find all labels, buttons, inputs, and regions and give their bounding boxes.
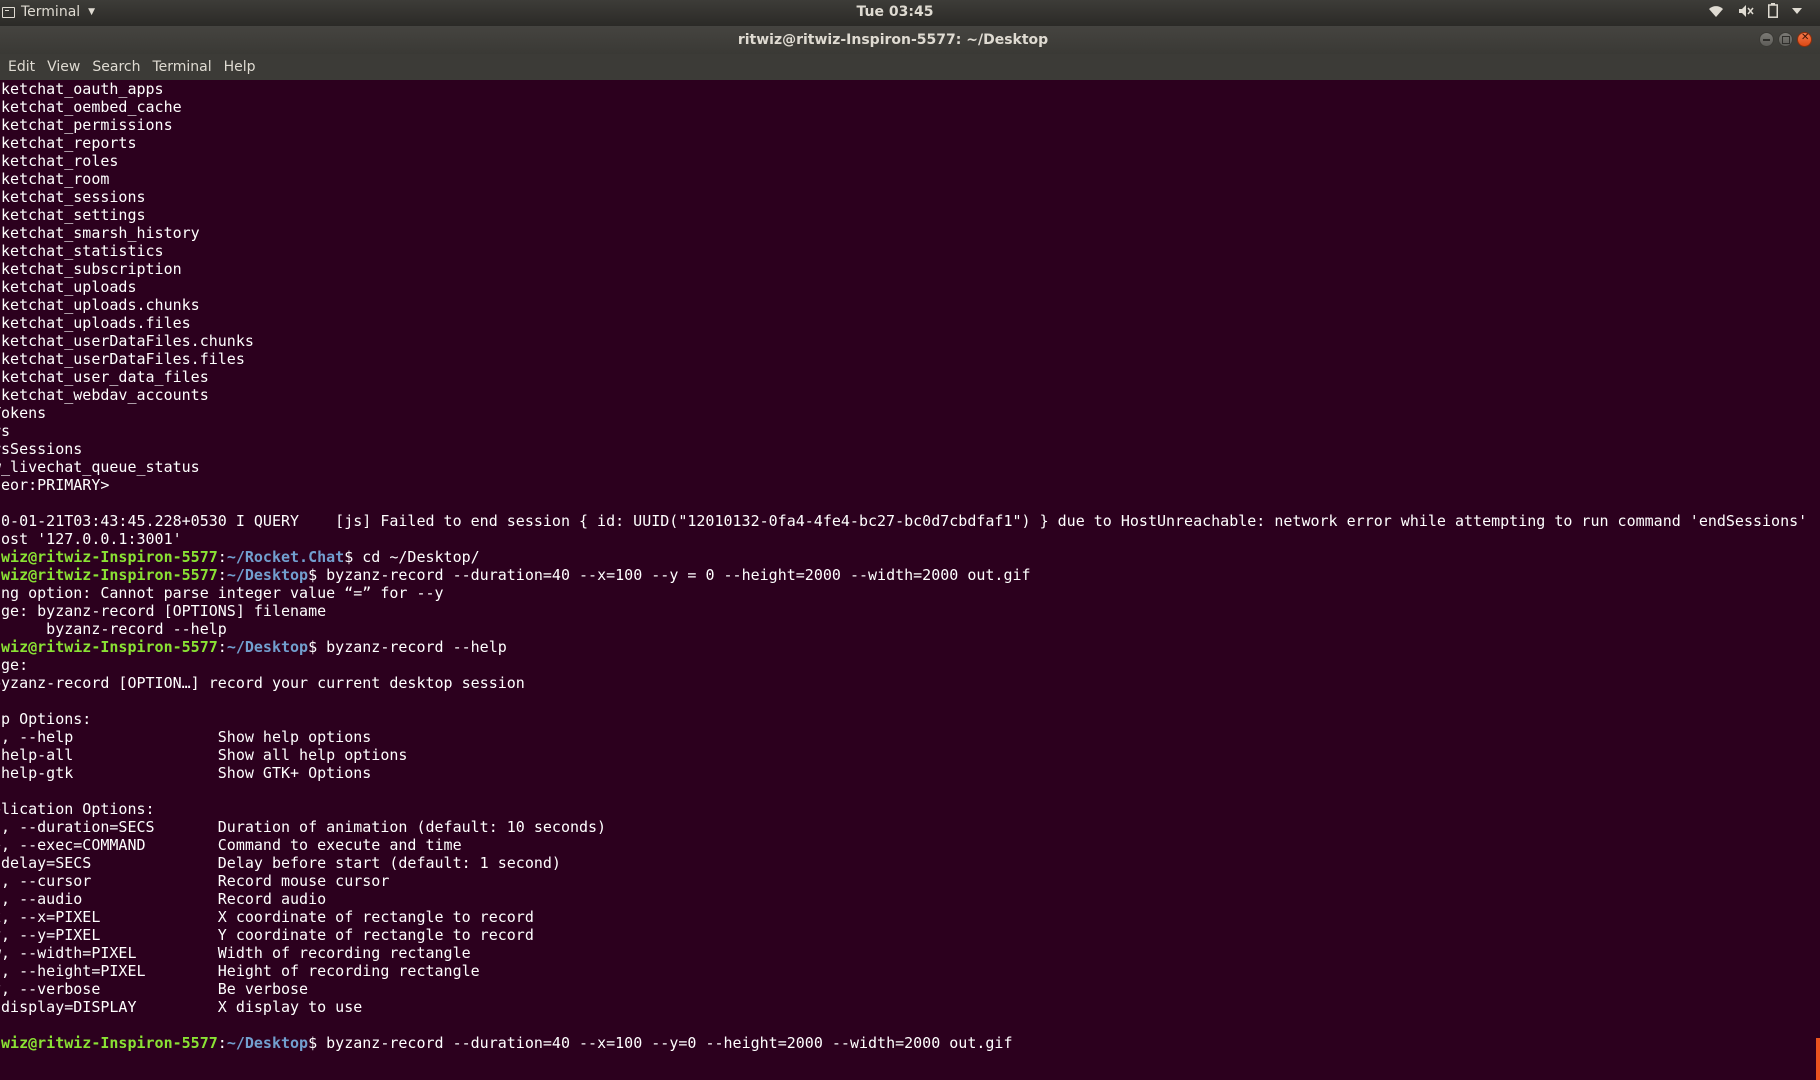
maximize-icon[interactable]	[1778, 32, 1793, 47]
output-line: cketchat_sessions	[0, 188, 146, 206]
output-line: e, --exec=COMMAND Command to execute and…	[0, 836, 462, 854]
output-line: y, --y=PIXEL Y coordinate of rectangle t…	[0, 926, 534, 944]
output-line: -help-all Show all help options	[0, 746, 408, 764]
terminal-lines: cketchat_oauth_apps cketchat_oembed_cache…	[0, 80, 1807, 1052]
output-line: cketchat_permissions	[0, 116, 173, 134]
output-line: plication Options:	[0, 800, 155, 818]
output-line: cketchat_oembed_cache	[0, 98, 182, 116]
output-line: v, --verbose Be verbose	[0, 980, 309, 998]
output-line: x, --x=PIXEL X coordinate of rectangle t…	[0, 908, 534, 926]
output-line: cketchat_oauth_apps	[0, 80, 164, 98]
output-line: cketchat_userDataFiles.files	[0, 350, 245, 368]
output-line: w_livechat_queue_status	[0, 458, 200, 476]
prompt-path: ~/Desktop	[226, 566, 309, 584]
output-line: cketchat_uploads	[0, 278, 137, 296]
prompt-user: twiz@ritwiz-Inspiron-5577	[0, 548, 218, 566]
output-line: -display=DISPLAY X display to use	[0, 998, 363, 1016]
output-line: c, --cursor Record mouse cursor	[0, 872, 390, 890]
output-line: rs	[0, 422, 11, 440]
menu-bar: Edit View Search Terminal Help	[0, 54, 1820, 80]
output-line: cketchat_statistics	[0, 242, 164, 260]
power-menu-icon[interactable]	[1792, 7, 1802, 15]
output-line: 20-01-21T03:43:45.228+0530 I QUERY [js] …	[0, 512, 1808, 530]
top-panel: Terminal ▼ Tue 03:45	[0, 0, 1820, 26]
minimize-icon[interactable]	[1759, 32, 1774, 47]
prompt-path: ~/Desktop	[226, 1034, 309, 1052]
output-line: teor:PRIMARY>	[0, 476, 110, 494]
window-title: ritwiz@ritwiz-Inspiron-5577: ~/Desktop	[737, 32, 1049, 48]
output-line: cketchat_subscription	[0, 260, 182, 278]
window-title-bar[interactable]: ritwiz@ritwiz-Inspiron-5577: ~/Desktop	[0, 26, 1820, 54]
battery-icon[interactable]	[1768, 3, 1778, 18]
output-line: -delay=SECS Delay before start (default:…	[0, 854, 561, 872]
scrollbar-thumb[interactable]	[1816, 1038, 1820, 1080]
output-line: age: byzanz-record [OPTIONS] filename	[0, 602, 327, 620]
output-line: rsSessions	[0, 440, 83, 458]
prompt-line: twiz@ritwiz-Inspiron-5577:~/Desktop$ byz…	[0, 1034, 1807, 1052]
output-line: lp Options:	[0, 710, 92, 728]
output-line: -help-gtk Show GTK+ Options	[0, 764, 372, 782]
window-controls	[1759, 32, 1812, 47]
output-line: d, --duration=SECS Duration of animation…	[0, 818, 607, 836]
clock[interactable]: Tue 03:45	[0, 4, 1790, 20]
output-line: cketchat_room	[0, 170, 110, 188]
prompt-user: twiz@ritwiz-Inspiron-5577	[0, 566, 218, 584]
prompt-separator: :	[217, 566, 227, 584]
menu-view[interactable]: View	[47, 59, 80, 75]
output-line: byzanz-record [OPTION…] record your curr…	[0, 674, 525, 692]
prompt-path: ~/Rocket.Chat	[226, 548, 345, 566]
output-line: host '127.0.0.1:3001'	[0, 530, 182, 548]
system-tray	[1708, 3, 1802, 18]
prompt-line: twiz@ritwiz-Inspiron-5577:~/Desktop$ byz…	[0, 638, 1807, 656]
prompt-user: twiz@ritwiz-Inspiron-5577	[0, 1034, 218, 1052]
prompt-line: twiz@ritwiz-Inspiron-5577:~/Rocket.Chat$…	[0, 548, 1807, 566]
menu-terminal[interactable]: Terminal	[152, 59, 211, 75]
output-line: cketchat_user_data_files	[0, 368, 209, 386]
output-line: cketchat_uploads.files	[0, 314, 191, 332]
output-line: byzanz-record --help	[0, 620, 227, 638]
volume-muted-icon[interactable]	[1738, 4, 1754, 18]
output-line: cketchat_roles	[0, 152, 119, 170]
prompt-line: twiz@ritwiz-Inspiron-5577:~/Desktop$ byz…	[0, 566, 1807, 584]
prompt-separator: :	[217, 548, 227, 566]
terminal-output[interactable]: cketchat_oauth_apps cketchat_oembed_cache…	[0, 80, 1820, 1080]
output-line: cketchat_reports	[0, 134, 137, 152]
menu-search[interactable]: Search	[92, 59, 140, 75]
prompt-separator: :	[217, 1034, 227, 1052]
command-text: $ byzanz-record --duration=40 --x=100 --…	[308, 566, 1031, 584]
prompt-separator: :	[217, 638, 227, 656]
output-line: cketchat_smarsh_history	[0, 224, 200, 242]
menu-help[interactable]: Help	[224, 59, 256, 75]
command-text: $ cd ~/Desktop/	[344, 548, 480, 566]
wifi-icon[interactable]	[1708, 4, 1724, 18]
command-text: $ byzanz-record --duration=40 --x=100 --…	[308, 1034, 1013, 1052]
output-line: w, --width=PIXEL Width of recording rect…	[0, 944, 471, 962]
menu-edit[interactable]: Edit	[8, 59, 35, 75]
prompt-user: twiz@ritwiz-Inspiron-5577	[0, 638, 218, 656]
output-line: a, --audio Record audio	[0, 890, 327, 908]
prompt-path: ~/Desktop	[226, 638, 309, 656]
output-line: h, --height=PIXEL Height of recording re…	[0, 962, 480, 980]
output-line: cketchat_userDataFiles.chunks	[0, 332, 254, 350]
output-line: Tokens	[0, 404, 47, 422]
output-line: ing option: Cannot parse integer value “…	[0, 584, 444, 602]
output-line: cketchat_settings	[0, 206, 146, 224]
close-icon[interactable]	[1797, 32, 1812, 47]
output-line: cketchat_uploads.chunks	[0, 296, 200, 314]
command-text: $ byzanz-record --help	[308, 638, 507, 656]
output-line: ?, --help Show help options	[0, 728, 372, 746]
output-line: cketchat_webdav_accounts	[0, 386, 209, 404]
output-line: age:	[0, 656, 29, 674]
